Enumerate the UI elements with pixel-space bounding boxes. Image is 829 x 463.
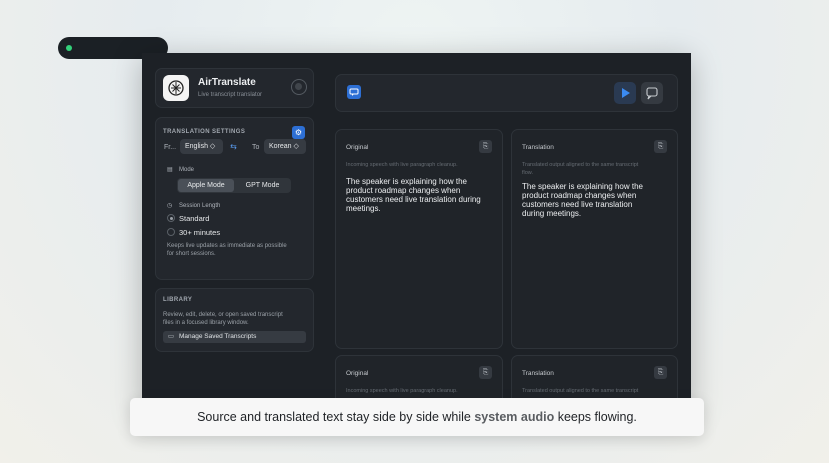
message-icon[interactable] [641, 82, 663, 104]
session-note-line1: Keeps live updates as immediate as possi… [167, 243, 287, 249]
swap-languages-icon[interactable]: ⇆ [228, 141, 239, 152]
mode-option-gpt[interactable]: GPT Mode [235, 179, 290, 192]
panel-title: Translation [522, 144, 554, 151]
library-desc-line1: Review, edit, delete, or open saved tran… [163, 312, 283, 318]
app-subtitle: Live transcript translator [198, 92, 263, 98]
original-panel: Original ⎘ Incoming speech with live par… [335, 129, 503, 349]
panel-text-line: product roadmap changes when [346, 186, 461, 195]
panel-subtitle: Translated output aligned to the same tr… [522, 162, 639, 168]
library-desc-line2: files in a focused library window. [163, 320, 249, 326]
caption-bold: system audio [474, 410, 555, 424]
panel-subtitle: Translated output aligned to the same tr… [522, 388, 639, 394]
to-label: To [252, 144, 260, 151]
app-title: AirTranslate [198, 77, 256, 88]
caption-text-before: Source and translated text stay side by … [197, 410, 475, 424]
mode-label: Mode [179, 167, 195, 173]
manage-transcripts-label: Manage Saved Transcripts [179, 333, 257, 340]
panel-subtitle: Incoming speech with live paragraph clea… [346, 162, 458, 168]
radio-standard[interactable] [167, 214, 175, 222]
from-language-select[interactable]: English ◇ [180, 139, 223, 154]
chat-bubble-icon[interactable] [347, 85, 361, 99]
app-logo-icon [163, 75, 189, 101]
session-option-30-plus[interactable]: 30+ minutes [179, 228, 220, 237]
panel-subtitle: Incoming speech with live paragraph clea… [346, 388, 458, 394]
status-dot [66, 45, 72, 51]
session-option-standard[interactable]: Standard [179, 214, 209, 223]
mode-option-apple[interactable]: Apple Mode [178, 179, 234, 192]
from-label: Fr... [164, 144, 177, 151]
panel-text-line: customers need live translation during [346, 195, 481, 204]
panel-subtitle-line2: flow. [522, 170, 534, 176]
app-header-card: AirTranslate Live transcript translator [155, 68, 314, 108]
panel-title: Original [346, 370, 369, 377]
copy-icon[interactable]: ⎘ [479, 366, 492, 379]
toolbar [335, 74, 678, 112]
caption-text-after: keeps flowing. [554, 410, 637, 424]
panel-text-line: product roadmap changes when [522, 191, 637, 200]
copy-icon[interactable]: ⎘ [654, 140, 667, 153]
gear-icon[interactable]: ⚙ [292, 126, 305, 139]
panel-text-line: The speaker is explaining how the [522, 182, 643, 191]
archive-icon: ▭ [167, 333, 175, 340]
translation-panel: Translation ⎘ Translated output aligned … [511, 129, 678, 349]
library-heading: LIBRARY [163, 297, 193, 303]
app-window: AirTranslate Live transcript translator … [142, 53, 691, 413]
to-language-select[interactable]: Korean ◇ [264, 139, 306, 154]
record-toggle-button[interactable] [291, 79, 307, 95]
panel-text-line: The speaker is explaining how the [346, 177, 467, 186]
copy-icon[interactable]: ⎘ [654, 366, 667, 379]
panel-title: Original [346, 144, 369, 151]
panel-title: Translation [522, 370, 554, 377]
session-note-line2: for short sessions. [167, 251, 216, 257]
copy-icon[interactable]: ⎘ [479, 140, 492, 153]
caption-banner: Source and translated text stay side by … [130, 398, 704, 436]
panel-text-line: during meetings. [522, 209, 582, 218]
panel-text-line: customers need live translation [522, 200, 633, 209]
mode-segmented-control: Apple Mode GPT Mode [177, 178, 291, 193]
radio-30-plus[interactable] [167, 228, 175, 236]
play-button[interactable] [614, 82, 636, 104]
clock-icon: ◷ [167, 203, 173, 209]
session-length-label: Session Length [179, 203, 221, 209]
mode-icon: ▤ [167, 167, 173, 173]
settings-heading: TRANSLATION SETTINGS [163, 129, 246, 135]
manage-transcripts-button[interactable]: ▭ Manage Saved Transcripts [163, 331, 306, 343]
translation-settings-card: TRANSLATION SETTINGS ⚙ Fr... English ◇ ⇆… [155, 117, 314, 280]
library-card: LIBRARY Review, edit, delete, or open sa… [155, 288, 314, 352]
panel-text-line: meetings. [346, 204, 381, 213]
